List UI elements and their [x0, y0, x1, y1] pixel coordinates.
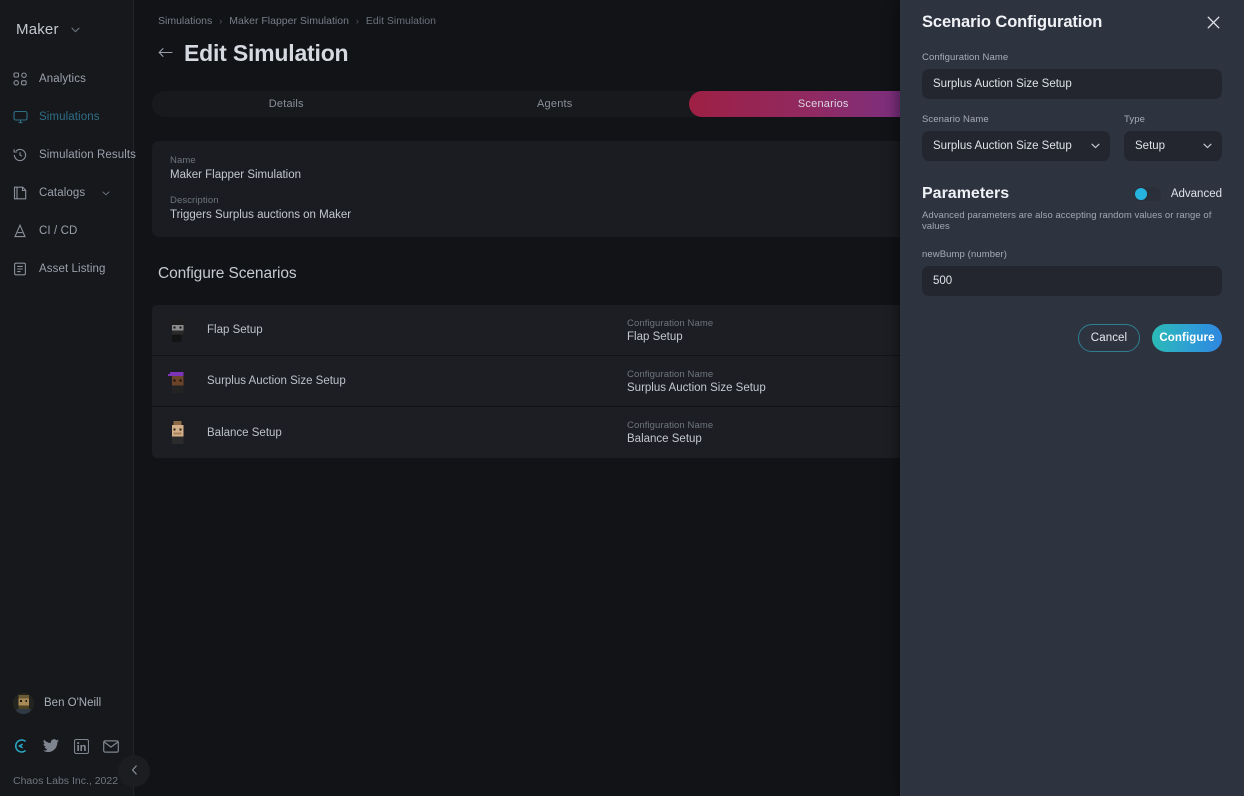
config-name-label: Configuration Name [627, 317, 714, 329]
parameters-subtitle: Advanced parameters are also accepting r… [922, 210, 1212, 232]
sidebar-item-label: CI / CD [39, 225, 78, 237]
scenario-config: Configuration Name Surplus Auction Size … [627, 369, 766, 394]
analytics-icon [12, 71, 28, 87]
config-name-label: Configuration Name [627, 420, 714, 431]
sidebar: Maker Analytics Simulations Simulation R… [0, 0, 137, 796]
brand-name: Maker [16, 21, 59, 38]
type-select[interactable]: Setup [1124, 131, 1222, 161]
breadcrumb-item-simulations[interactable]: Simulations [158, 15, 212, 27]
sidebar-user[interactable]: Ben O'Neill [0, 686, 133, 720]
chaos-labs-icon[interactable] [13, 738, 29, 754]
sidebar-item-label: Simulation Results [39, 149, 137, 161]
newbump-group: newBump (number) 500 [922, 249, 1222, 296]
chevron-down-icon [71, 27, 80, 33]
advanced-label: Advanced [1170, 188, 1222, 200]
punk-avatar-flap-icon [166, 318, 189, 342]
punk-avatar-balance-icon [166, 421, 189, 444]
sidebar-item-label: Catalogs [39, 187, 86, 199]
email-icon[interactable] [103, 738, 119, 754]
tab-details[interactable]: Details [152, 91, 421, 117]
scenario-configuration-panel: Scenario Configuration Configuration Nam… [900, 0, 1244, 796]
avatar [13, 692, 34, 714]
chevron-down-icon [1091, 143, 1100, 149]
configuration-name-group: Configuration Name Surplus Auction Size … [922, 52, 1222, 99]
sidebar-item-ci-cd[interactable]: CI / CD [0, 212, 133, 250]
config-name-label: Configuration Name [627, 368, 714, 380]
sidebar-user-name: Ben O'Neill [44, 697, 102, 709]
breadcrumb-separator-icon: › [355, 16, 359, 26]
breadcrumb-separator-icon: › [219, 16, 223, 26]
name-label: Name [170, 155, 196, 166]
cancel-button[interactable]: Cancel [1078, 324, 1140, 352]
panel-actions: Cancel Configure [922, 324, 1222, 352]
linkedin-icon[interactable] [73, 738, 89, 754]
sidebar-nav: Analytics Simulations Simulation Results [0, 60, 137, 288]
breadcrumb-item-edit-simulation: Edit Simulation [365, 15, 436, 27]
asset-list-icon [12, 261, 28, 277]
sidebar-item-simulations[interactable]: Simulations [0, 98, 133, 136]
parameters-title: Parameters [922, 185, 1010, 202]
scenario-config: Configuration Name Balance Setup [627, 420, 713, 445]
scenario-type-row: Scenario Name Surplus Auction Size Setup… [922, 114, 1222, 161]
parameters-header: Parameters Advanced [922, 185, 1222, 203]
config-name-value: Balance Setup [627, 433, 702, 445]
info-block-name: Name Maker Flapper Simulation [170, 155, 301, 181]
app-root: Maker Analytics Simulations Simulation R… [0, 0, 1244, 796]
sidebar-item-label: Simulations [39, 111, 100, 123]
catalog-book-icon [12, 185, 28, 201]
sidebar-item-asset-listing[interactable]: Asset Listing [0, 250, 133, 288]
sidebar-collapse-button[interactable] [118, 755, 150, 787]
name-value: Maker Flapper Simulation [170, 169, 302, 181]
sidebar-item-simulation-results[interactable]: Simulation Results [0, 136, 137, 174]
tab-agents[interactable]: Agents [421, 91, 690, 117]
history-clock-icon [12, 147, 28, 163]
scenario-name: Flap Setup [207, 324, 263, 336]
configuration-name-input[interactable]: Surplus Auction Size Setup [922, 69, 1222, 99]
scenario-name-select[interactable]: Surplus Auction Size Setup [922, 131, 1110, 161]
breadcrumb-item-maker-flapper-simulation[interactable]: Maker Flapper Simulation [229, 15, 349, 27]
type-label: Type [1124, 114, 1145, 125]
newbump-input[interactable]: 500 [922, 266, 1222, 296]
brand-selector[interactable]: Maker [0, 0, 133, 46]
config-name-value: Flap Setup [627, 330, 683, 343]
copyright-text: Chaos Labs Inc., 2022 [13, 775, 119, 787]
newbump-label: newBump (number) [922, 249, 1008, 260]
panel-title: Scenario Configuration [922, 13, 1103, 31]
sidebar-item-analytics[interactable]: Analytics [0, 60, 133, 98]
scenario-name-selected-value: Surplus Auction Size Setup [933, 140, 1072, 152]
advanced-toggle[interactable] [1133, 187, 1161, 201]
sidebar-item-catalogs[interactable]: Catalogs [0, 174, 133, 212]
social-links [0, 726, 133, 766]
chevron-down-icon [102, 191, 110, 196]
configure-button[interactable]: Configure [1152, 324, 1222, 352]
scenario-name-label: Scenario Name [922, 114, 989, 125]
configuration-name-label: Configuration Name [922, 52, 1009, 63]
config-name-value: Surplus Auction Size Setup [627, 381, 766, 394]
scenario-name: Balance Setup [207, 426, 282, 439]
type-group: Type Setup [1124, 114, 1222, 161]
close-icon[interactable] [1205, 14, 1222, 31]
arrow-left-icon[interactable] [158, 47, 173, 60]
scenario-name: Surplus Auction Size Setup [207, 375, 346, 387]
twitter-icon[interactable] [43, 738, 59, 754]
type-selected-value: Setup [1135, 140, 1166, 152]
page-title: Edit Simulation [184, 40, 349, 66]
toggle-knob [1134, 188, 1147, 200]
sidebar-item-label: Asset Listing [39, 263, 106, 275]
chevron-left-icon [131, 762, 138, 780]
scenario-name-group: Scenario Name Surplus Auction Size Setup [922, 114, 1110, 161]
scenario-config: Configuration Name Flap Setup [627, 318, 713, 343]
cicd-icon [12, 223, 28, 239]
sidebar-item-label: Analytics [39, 73, 86, 85]
panel-header: Scenario Configuration [922, 0, 1222, 38]
simulations-monitor-icon [12, 109, 28, 125]
chevron-down-icon [1203, 143, 1212, 149]
punk-avatar-surplus-icon [166, 369, 189, 393]
advanced-toggle-wrap: Advanced [1133, 187, 1222, 201]
